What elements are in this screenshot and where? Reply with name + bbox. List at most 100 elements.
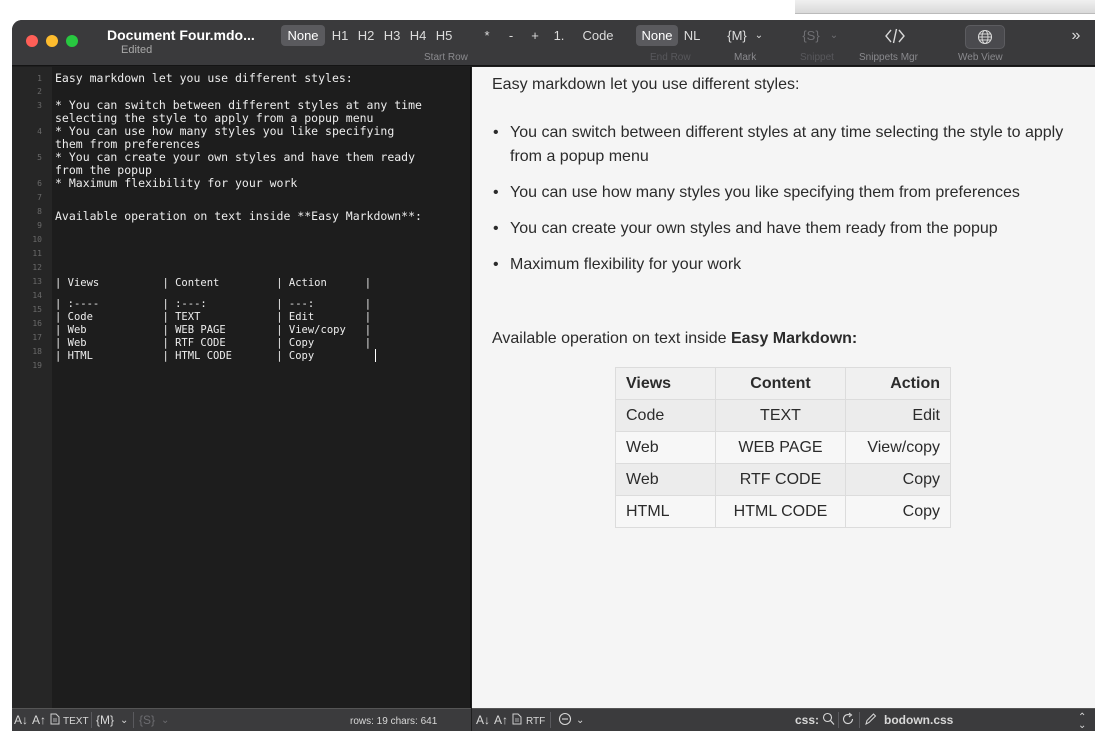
minimize-window-button[interactable] — [46, 35, 58, 47]
chevron-down-icon[interactable]: ⌄ — [576, 713, 584, 728]
snippet-menu[interactable]: {S} — [797, 25, 825, 46]
code-brackets-icon — [885, 28, 905, 44]
close-window-button[interactable] — [26, 35, 38, 47]
document-title[interactable]: Document Four.mdo... — [107, 27, 255, 43]
table-header-action: Action — [845, 367, 951, 400]
heading-h5-button[interactable]: H5 — [433, 25, 455, 46]
stepper-icon[interactable]: ⌃ ⌄ — [1078, 713, 1086, 731]
app-window: Document Four.mdo... Edited None H1 H2 H… — [12, 20, 1095, 731]
table-cell: TEXT — [715, 399, 846, 432]
code-button[interactable]: Code — [578, 25, 618, 46]
line-number: 14 — [32, 291, 42, 300]
line-number: 3 — [37, 101, 42, 110]
heading-h1-button[interactable]: H1 — [329, 25, 351, 46]
table-cell: WEB PAGE — [715, 431, 846, 464]
table-cell: Copy — [845, 495, 951, 528]
web-preview: Easy markdown let you use different styl… — [472, 67, 1095, 708]
sort-up-button[interactable]: A↑ — [32, 713, 46, 728]
minus-circle-icon[interactable] — [558, 712, 572, 730]
divider — [859, 712, 860, 728]
markdown-editor[interactable]: 1 2 3 4 5 6 7 8 9 10 11 12 13 14 15 16 1… — [12, 67, 471, 708]
toolbar: Document Four.mdo... Edited None H1 H2 H… — [12, 20, 1095, 66]
list-asterisk-button[interactable]: * — [480, 25, 494, 46]
document-icon — [512, 713, 522, 729]
preview-table: Views Content Action Code TEXT Edit Web … — [615, 367, 951, 528]
heading-h4-button[interactable]: H4 — [407, 25, 429, 46]
mark-label: Mark — [734, 52, 757, 63]
search-icon[interactable] — [822, 712, 835, 730]
snippets-manager-button[interactable] — [880, 25, 910, 46]
table-cell: Code — [615, 399, 716, 432]
list-dash-button[interactable]: - — [504, 25, 518, 46]
line-number: 16 — [32, 319, 42, 328]
preview-bullet: You can create your own styles and have … — [492, 217, 1082, 241]
editor-line: Easy markdown let you use different styl… — [55, 71, 353, 85]
globe-icon — [977, 29, 993, 45]
list-numbered-button[interactable]: 1. — [550, 25, 568, 46]
snippet-label: Snippet — [800, 52, 834, 63]
line-number: 17 — [32, 333, 42, 342]
table-header-row: Views Content Action — [615, 367, 951, 400]
editor-line: Available operation on text inside **Eas… — [55, 209, 422, 223]
zoom-window-button[interactable] — [66, 35, 78, 47]
editor-table-line: | Web | RTF CODE | Copy | — [55, 337, 372, 349]
format-text-button[interactable]: TEXT — [63, 714, 89, 729]
list-plus-button[interactable]: + — [528, 25, 542, 46]
reload-icon[interactable] — [842, 712, 855, 730]
table-row: HTML HTML CODE Copy — [615, 495, 951, 528]
edit-pencil-icon[interactable] — [864, 712, 877, 730]
format-rtf-button[interactable]: RTF — [526, 714, 545, 729]
editor-table-line: | Web | WEB PAGE | View/copy | — [55, 324, 372, 336]
line-number: 10 — [32, 235, 42, 244]
preview-bullet: Maximum flexibility for your work — [492, 253, 1082, 277]
divider — [550, 712, 551, 728]
sort-up-button[interactable]: A↑ — [494, 713, 508, 728]
preview-statusbar: A↓ A↑ RTF ⌄ css: bodown.css ⌃ ⌄ — [472, 708, 1095, 731]
available-prefix: Available operation on text inside — [492, 330, 731, 347]
document-icon — [50, 713, 60, 729]
line-number: 5 — [37, 153, 42, 162]
line-number: 11 — [32, 249, 42, 258]
line-number: 1 — [37, 74, 42, 83]
sort-down-button[interactable]: A↓ — [14, 713, 28, 728]
line-number: 4 — [37, 127, 42, 136]
line-number: 8 — [37, 207, 42, 216]
chevron-down-icon[interactable]: ⌄ — [120, 713, 128, 728]
editor-table-line: | Code | TEXT | Edit | — [55, 311, 372, 323]
divider — [91, 712, 92, 728]
sort-down-button[interactable]: A↓ — [476, 713, 490, 728]
line-number: 12 — [32, 263, 42, 272]
table-cell: HTML — [615, 495, 716, 528]
heading-none-button[interactable]: None — [281, 25, 325, 46]
newline-button[interactable]: NL — [680, 25, 704, 46]
background-window-edge — [795, 0, 1095, 14]
table-row: Web WEB PAGE View/copy — [615, 431, 951, 464]
table-row: Code TEXT Edit — [615, 399, 951, 432]
table-cell: Web — [615, 431, 716, 464]
heading-h3-button[interactable]: H3 — [381, 25, 403, 46]
preview-available-text: Available operation on text inside Easy … — [492, 327, 857, 351]
preview-bullet-list: You can switch between different styles … — [492, 121, 1082, 289]
mark-menu-bottom[interactable]: {M} — [96, 713, 114, 728]
line-number: 7 — [37, 193, 42, 202]
mark-menu[interactable]: {M} — [722, 25, 752, 46]
table-cell: Copy — [845, 463, 951, 496]
end-none-button[interactable]: None — [636, 25, 678, 46]
css-file-select[interactable]: bodown.css — [884, 713, 953, 728]
mark-chevron-down-icon[interactable]: ⌄ — [752, 25, 766, 46]
editor-table-line: | Views | Content | Action | — [55, 277, 372, 289]
editor-statusbar: A↓ A↑ TEXT {M} ⌄ {S} ⌄ rows: 19 chars: 6… — [12, 708, 471, 731]
snippets-mgr-label: Snippets Mgr — [859, 52, 918, 63]
line-number: 6 — [37, 179, 42, 188]
chevron-down-icon[interactable]: ⌄ — [161, 713, 169, 728]
snippet-chevron-down-icon[interactable]: ⌄ — [827, 25, 841, 46]
heading-h2-button[interactable]: H2 — [355, 25, 377, 46]
line-number: 9 — [37, 221, 42, 230]
table-row: Web RTF CODE Copy — [615, 463, 951, 496]
editor-line: * Maximum flexibility for your work — [55, 176, 298, 190]
table-header-views: Views — [615, 367, 716, 400]
web-view-button[interactable] — [965, 25, 1005, 49]
toolbar-overflow-button[interactable]: » — [1067, 25, 1085, 46]
table-header-content: Content — [715, 367, 846, 400]
snippet-menu-bottom[interactable]: {S} — [139, 713, 155, 728]
